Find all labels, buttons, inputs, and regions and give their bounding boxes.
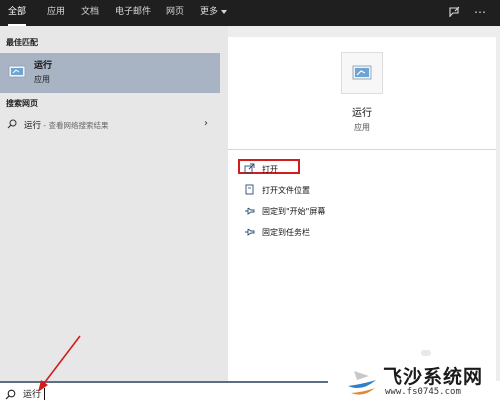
action-label: 打开文件位置 bbox=[262, 186, 310, 195]
search-scope-tabs: 全部 应用 文档 电子邮件 网页 更多 ⋯ bbox=[0, 0, 500, 26]
watermark-url: www.fs0745.com bbox=[385, 387, 461, 397]
tab-label: 文档 bbox=[81, 7, 100, 17]
tab-more[interactable]: 更多 bbox=[200, 0, 228, 26]
tab-web[interactable]: 网页 bbox=[166, 0, 184, 26]
tab-label: 更多 bbox=[200, 7, 219, 17]
feedback-icon[interactable] bbox=[448, 6, 460, 18]
web-search-query: 运行 bbox=[24, 121, 42, 131]
tab-apps[interactable]: 应用 bbox=[47, 0, 65, 26]
search-box-border bbox=[0, 381, 328, 383]
tab-all[interactable]: 全部 bbox=[8, 0, 27, 26]
scroll-dot bbox=[421, 350, 431, 356]
best-match-item-run[interactable]: 运行 应用 bbox=[0, 53, 220, 93]
tab-label: 应用 bbox=[47, 7, 66, 17]
pin-start-icon bbox=[245, 207, 255, 215]
file-location-icon bbox=[245, 184, 254, 195]
tab-label: 电子邮件 bbox=[115, 7, 152, 17]
best-match-title: 运行 bbox=[34, 61, 53, 71]
search-icon bbox=[5, 389, 16, 400]
best-match-subtitle: 应用 bbox=[34, 75, 50, 84]
app-title: 运行 bbox=[352, 108, 372, 119]
pin-taskbar-icon bbox=[245, 228, 255, 236]
watermark: 飞沙系统网 www.fs0745.com bbox=[345, 360, 495, 404]
run-app-icon bbox=[8, 65, 26, 78]
watermark-logo-icon bbox=[348, 371, 376, 395]
chevron-down-icon bbox=[221, 9, 228, 14]
web-search-suffix: - 查看网络搜索结果 bbox=[41, 121, 109, 130]
text-cursor bbox=[44, 388, 45, 400]
chevron-right-icon[interactable]: › bbox=[204, 118, 208, 129]
tab-label: 网页 bbox=[166, 7, 185, 17]
action-label: 固定到任务栏 bbox=[262, 228, 310, 237]
tab-label: 全部 bbox=[8, 7, 27, 17]
results-panel: 最佳匹配 运行 应用 搜索网页 运行 - 查看网络搜索结果 › bbox=[0, 26, 228, 381]
best-match-header: 最佳匹配 bbox=[6, 38, 38, 47]
preview-panel: 运行 应用 打开 打开文件位置 固定到"开始"屏幕 固定到任务栏 bbox=[228, 37, 496, 382]
app-type: 应用 bbox=[354, 123, 370, 132]
divider bbox=[228, 149, 496, 150]
action-label: 打开 bbox=[262, 165, 278, 174]
web-search-header: 搜索网页 bbox=[6, 99, 38, 108]
run-app-icon bbox=[352, 65, 372, 80]
action-label: 固定到"开始"屏幕 bbox=[262, 207, 326, 216]
web-search-result[interactable]: 运行 - 查看网络搜索结果 › bbox=[0, 114, 220, 134]
tab-email[interactable]: 电子邮件 bbox=[115, 0, 151, 26]
run-app-large-icon bbox=[341, 52, 383, 94]
search-icon bbox=[7, 119, 17, 129]
more-options-icon[interactable]: ⋯ bbox=[474, 6, 486, 20]
watermark-title: 飞沙系统网 bbox=[383, 366, 484, 388]
web-search-text: 运行 - 查看网络搜索结果 bbox=[24, 119, 109, 131]
tab-documents[interactable]: 文档 bbox=[81, 0, 99, 26]
search-input[interactable] bbox=[23, 385, 323, 401]
open-icon bbox=[244, 163, 255, 174]
